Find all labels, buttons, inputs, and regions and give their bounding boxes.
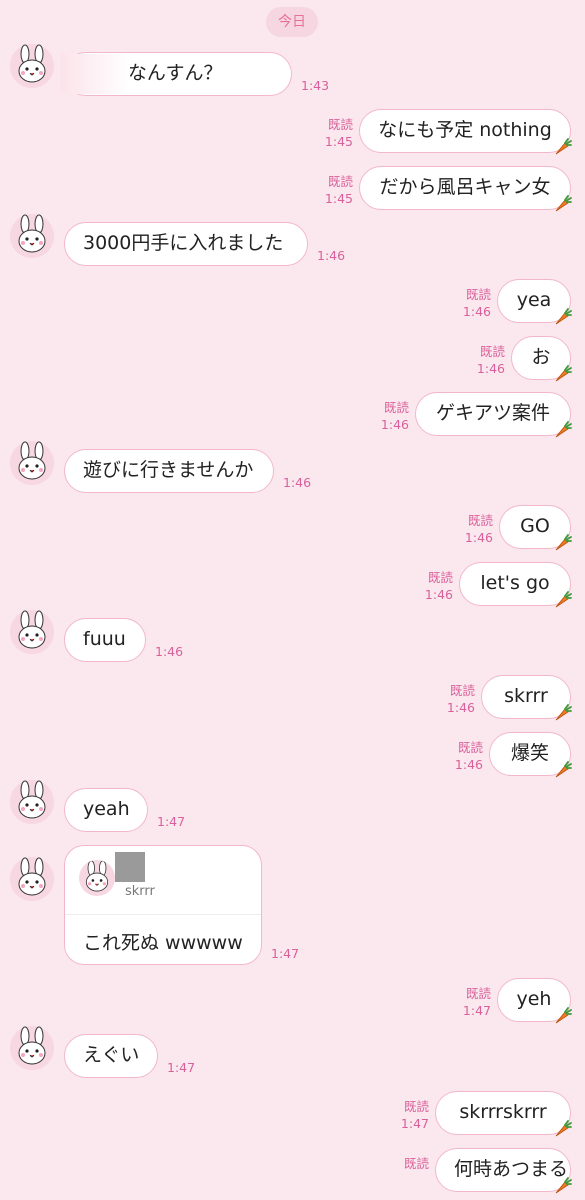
message-text: 3000円手に入れました: [83, 232, 284, 254]
message-text: だから風呂キャン女: [379, 176, 551, 198]
timestamp: 1:47: [167, 1060, 196, 1075]
message-bubble[interactable]: ゲキアツ案件: [415, 392, 571, 436]
timestamp: 1:46: [283, 475, 312, 490]
message-text: ゲキアツ案件: [435, 402, 550, 424]
carrot-icon: [553, 1119, 573, 1139]
quoted-avatar-icon: [79, 860, 115, 896]
timestamp: 1:46: [464, 530, 493, 545]
read-receipt: 既読: [403, 1099, 429, 1114]
bunny-avatar-icon[interactable]: [10, 780, 54, 824]
read-receipt: 既読: [467, 513, 493, 528]
message-text: skrrr: [504, 685, 548, 707]
carrot-icon: [553, 760, 573, 780]
bunny-avatar-icon[interactable]: [10, 214, 54, 258]
carrot-icon: [553, 533, 573, 553]
carrot-icon: [553, 307, 573, 327]
read-receipt: 既読: [327, 117, 353, 132]
carrot-icon: [553, 1006, 573, 1026]
timestamp: 1:47: [400, 1116, 429, 1131]
carrot-icon: [553, 137, 573, 157]
timestamp: 1:47: [271, 946, 300, 961]
read-receipt: 既読: [383, 400, 409, 415]
timestamp: 1:46: [155, 644, 184, 659]
bunny-avatar-icon[interactable]: [10, 44, 54, 88]
message-text: yeah: [83, 798, 130, 820]
carrot-icon: [553, 1176, 573, 1196]
divider: [65, 914, 261, 915]
timestamp: 1:46: [380, 417, 409, 432]
message-text: 遊びに行きませんか: [83, 459, 254, 481]
message-text: fuuu: [83, 628, 126, 650]
bunny-avatar-icon[interactable]: [10, 610, 54, 654]
message-text: お: [531, 346, 551, 368]
message-text: yeh: [516, 988, 552, 1010]
message-bubble[interactable]: fuuu: [64, 618, 146, 662]
message-bubble[interactable]: 3000円手に入れました: [64, 222, 308, 266]
read-receipt: 既読: [457, 740, 483, 755]
message-bubble[interactable]: えぐい: [64, 1034, 158, 1078]
message-text: let's go: [480, 572, 550, 594]
redacted-block: [60, 54, 130, 94]
message-text: skrrrskrrr: [459, 1101, 547, 1123]
bunny-avatar-icon[interactable]: [10, 1026, 54, 1070]
timestamp: 1:47: [157, 814, 186, 829]
message-bubble[interactable]: だから風呂キャン女: [359, 166, 571, 210]
read-receipt: 既読: [449, 683, 475, 698]
message-text: GO: [520, 515, 550, 537]
bunny-avatar-icon[interactable]: [10, 441, 54, 485]
reply-text: これ死ぬ wwwww: [83, 932, 243, 954]
read-receipt: 既読: [403, 1156, 429, 1171]
message-bubble[interactable]: 遊びに行きませんか: [64, 449, 274, 493]
read-receipt: 既読: [465, 287, 491, 302]
timestamp: 1:46: [454, 757, 483, 772]
read-receipt: 既読: [465, 986, 491, 1001]
message-text: 爆笑: [510, 742, 549, 764]
reply-bubble[interactable]: skrrr これ死ぬ wwwww: [64, 845, 262, 965]
message-bubble[interactable]: yeah: [64, 788, 148, 832]
read-receipt: 既読: [327, 174, 353, 189]
timestamp: 1:47: [462, 1003, 491, 1018]
read-receipt: 既読: [427, 570, 453, 585]
carrot-icon: [553, 703, 573, 723]
carrot-icon: [553, 364, 573, 384]
message-text: yea: [516, 289, 552, 311]
quoted-text: skrrr: [125, 884, 155, 899]
message-text: 何時あつまる: [454, 1158, 569, 1180]
timestamp: 1:43: [301, 78, 330, 93]
message-bubble[interactable]: なにも予定 nothing: [359, 109, 571, 153]
timestamp: 1:46: [446, 700, 475, 715]
timestamp: 1:46: [424, 587, 453, 602]
message-bubble[interactable]: skrrrskrrr: [435, 1091, 571, 1135]
message-text: えぐい: [83, 1044, 140, 1066]
message-text: なにも予定 nothing: [378, 119, 552, 141]
timestamp: 1:46: [462, 304, 491, 319]
redacted-block: [115, 852, 145, 882]
read-receipt: 既読: [479, 344, 505, 359]
date-separator: 今日: [266, 7, 318, 37]
message-bubble[interactable]: 何時あつまる: [435, 1148, 571, 1192]
timestamp: 1:46: [317, 248, 346, 263]
timestamp: 1:46: [476, 361, 505, 376]
timestamp: 1:45: [324, 191, 353, 206]
timestamp: 1:45: [324, 134, 353, 149]
bunny-avatar-icon[interactable]: [10, 857, 54, 901]
carrot-icon: [553, 420, 573, 440]
carrot-icon: [553, 590, 573, 610]
carrot-icon: [553, 194, 573, 214]
